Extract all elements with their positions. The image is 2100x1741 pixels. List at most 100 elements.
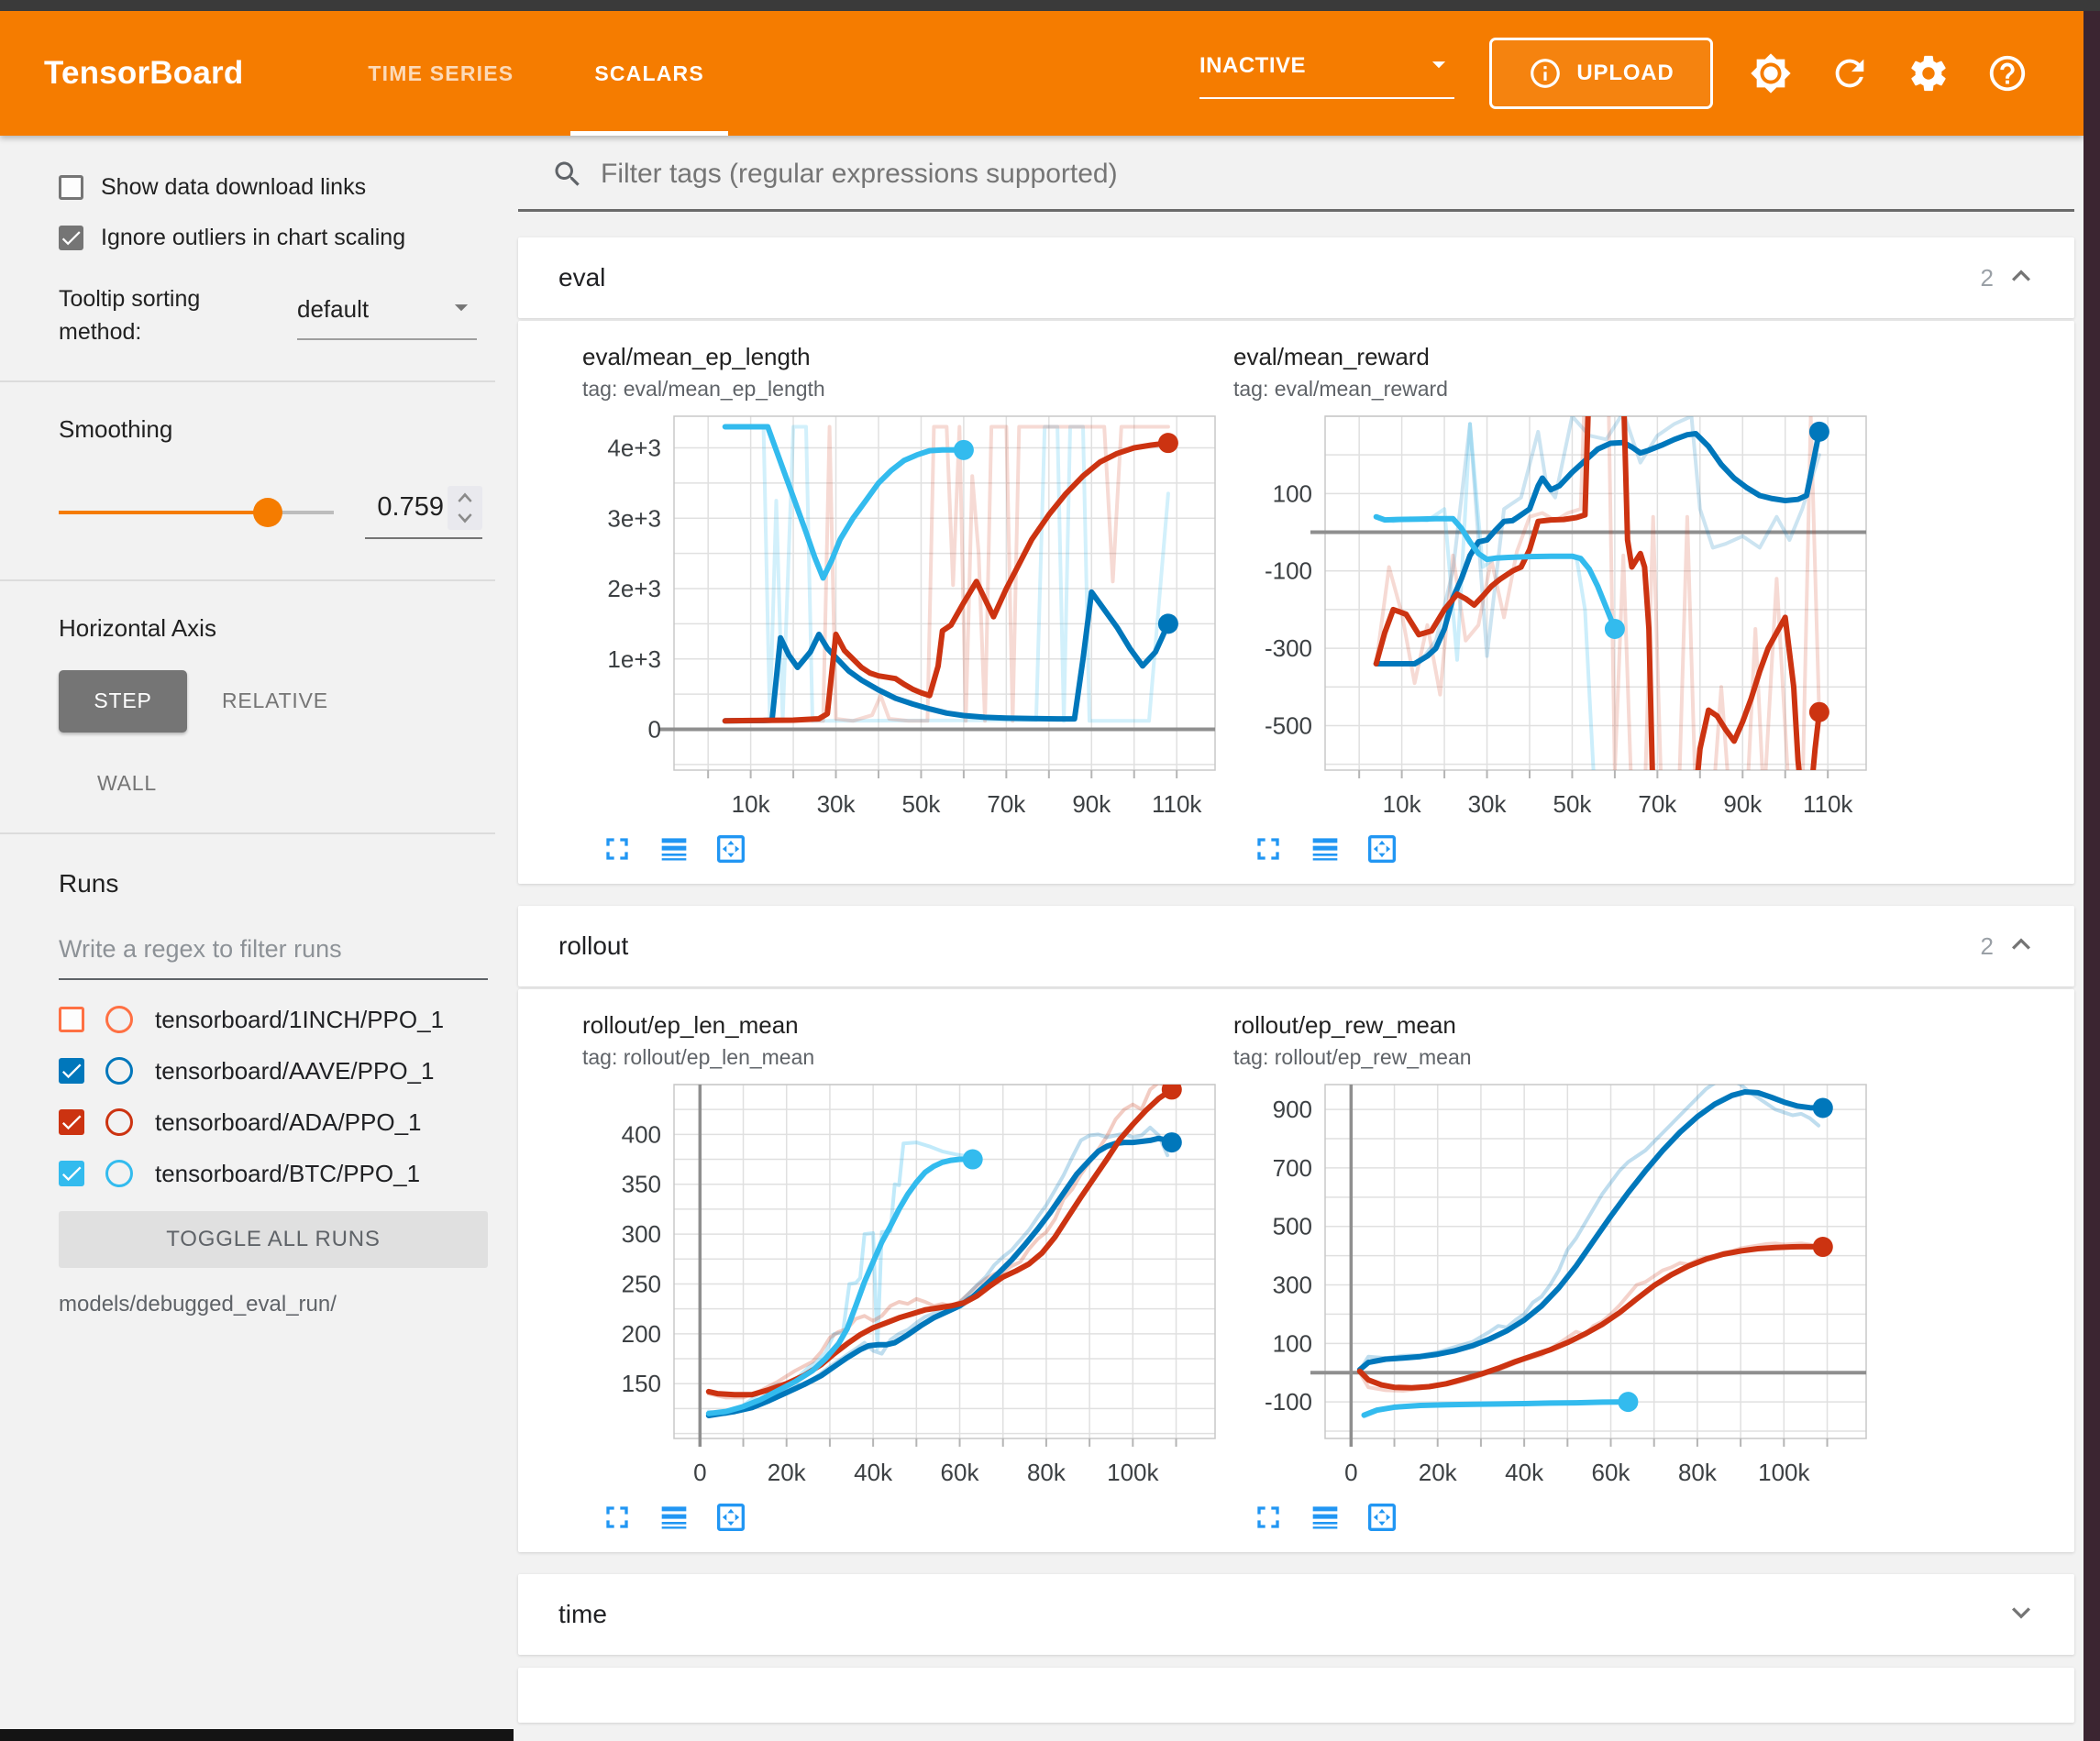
ignore-outliers-label: Ignore outliers in chart scaling (101, 225, 405, 251)
series-end-dot[interactable] (1162, 1079, 1182, 1099)
axis-wall-button[interactable]: WALL (97, 771, 171, 796)
series-end-dot[interactable] (1158, 433, 1178, 453)
runs-list: tensorboard/1INCH/PPO_1 tensorboard/AAVE/… (59, 1006, 482, 1188)
section-header-rollout[interactable]: rollout 2 (518, 906, 2074, 986)
help-icon[interactable] (1986, 52, 2028, 94)
run-color-radio[interactable] (105, 1057, 133, 1085)
y-tick-label: 350 (622, 1171, 661, 1198)
smoothing-slider-thumb[interactable] (253, 498, 282, 527)
pan-expand-icon[interactable] (713, 831, 749, 867)
tab-time-series[interactable]: TIME SERIES (327, 11, 554, 136)
run-row[interactable]: tensorboard/AAVE/PPO_1 (59, 1057, 482, 1085)
section-body-rollout: rollout/ep_len_meantag: rollout/ep_len_m… (518, 989, 2074, 1552)
settings-icon[interactable] (1907, 52, 1950, 94)
series-end-dot[interactable] (1158, 613, 1178, 634)
chart-title: eval/mean_reward (1233, 343, 1875, 371)
chevron-down-icon[interactable] (2003, 1594, 2039, 1636)
smoothing-stepper[interactable] (448, 486, 482, 530)
filter-tags-placeholder: Filter tags (regular expressions support… (601, 159, 1118, 190)
run-checkbox-unchecked[interactable] (59, 1007, 84, 1032)
section-name: eval (558, 263, 605, 292)
chevron-up-icon[interactable] (2003, 926, 2039, 967)
run-checkbox-checked[interactable] (59, 1109, 84, 1135)
run-row[interactable]: tensorboard/1INCH/PPO_1 (59, 1006, 482, 1034)
chevron-up-icon[interactable] (2003, 258, 2039, 299)
run-row[interactable]: tensorboard/BTC/PPO_1 (59, 1160, 482, 1188)
checkbox-unchecked[interactable] (59, 175, 83, 200)
status-value: INACTIVE (1199, 53, 1306, 79)
fullscreen-icon[interactable] (1250, 831, 1287, 867)
x-tick-label: 60k (1592, 1459, 1631, 1486)
refresh-icon[interactable] (1829, 52, 1871, 94)
chart-plot-area[interactable]: 100-100-300-50010k30k50k70k90k110k (1233, 405, 1875, 825)
run-row[interactable]: tensorboard/ADA/PPO_1 (59, 1108, 482, 1137)
runs-filter-input[interactable]: Write a regex to filter runs (59, 935, 488, 980)
data-table-icon[interactable] (1307, 1499, 1343, 1536)
chart-toolbar (599, 831, 1224, 867)
run-color-radio[interactable] (105, 1108, 133, 1136)
tab-scalars[interactable]: SCALARS (554, 11, 745, 136)
run-color-radio[interactable] (105, 1160, 133, 1187)
y-tick-label: 4e+3 (607, 435, 661, 462)
smoothing-value: 0.759 (365, 492, 448, 523)
series-end-dot[interactable] (1813, 1098, 1833, 1118)
show-download-links-checkbox-row[interactable]: Show data download links (59, 174, 482, 201)
chart-toolbar (599, 1499, 1224, 1536)
ignore-outliers-checkbox-row[interactable]: Ignore outliers in chart scaling (59, 225, 482, 251)
brightness-icon[interactable] (1750, 52, 1792, 94)
status-dropdown[interactable]: INACTIVE (1199, 49, 1454, 99)
chart-title: rollout/ep_rew_mean (1233, 1011, 1875, 1040)
x-tick-label: 110k (1803, 790, 1853, 818)
pan-expand-icon[interactable] (1364, 831, 1400, 867)
tooltip-sorting-label: Tooltip sorting method: (59, 282, 270, 349)
pan-expand-icon[interactable] (713, 1499, 749, 1536)
chart-plot-area[interactable]: -100100300500700900020k40k60k80k100k (1233, 1074, 1875, 1493)
chart-title: rollout/ep_len_mean (582, 1011, 1224, 1040)
smoothing-value-field[interactable]: 0.759 (365, 486, 482, 539)
data-table-icon[interactable] (656, 1499, 692, 1536)
series-end-dot[interactable] (963, 1150, 983, 1170)
data-table-icon[interactable] (1307, 831, 1343, 867)
fullscreen-icon[interactable] (599, 831, 636, 867)
axis-step-button[interactable]: STEP (59, 670, 187, 733)
chart-plot-area[interactable]: 150200250300350400020k40k60k80k100k (582, 1074, 1224, 1493)
run-checkbox-checked[interactable] (59, 1058, 84, 1084)
series-end-dot[interactable] (954, 440, 974, 460)
axis-relative-button[interactable]: RELATIVE (222, 689, 328, 713)
series-end-dot[interactable] (1618, 1392, 1638, 1412)
series-end-dot[interactable] (1162, 1132, 1182, 1152)
smoothing-slider[interactable] (59, 511, 334, 514)
x-tick-label: 60k (941, 1459, 980, 1486)
series-AAVE (709, 1139, 1172, 1416)
header-controls: INACTIVE UPLOAD (1199, 38, 2028, 109)
page-scrollbar[interactable] (2083, 11, 2100, 1741)
fullscreen-icon[interactable] (1250, 1499, 1287, 1536)
y-tick-label: -100 (1265, 557, 1312, 585)
x-tick-label: 50k (1553, 790, 1592, 818)
run-label: tensorboard/ADA/PPO_1 (155, 1108, 422, 1137)
upload-button[interactable]: UPLOAD (1489, 38, 1713, 109)
fullscreen-icon[interactable] (599, 1499, 636, 1536)
series-end-dot[interactable] (1813, 1237, 1833, 1257)
x-tick-label: 0 (693, 1459, 706, 1486)
pan-expand-icon[interactable] (1364, 1499, 1400, 1536)
x-tick-label: 100k (1107, 1459, 1159, 1486)
x-tick-label: 40k (854, 1459, 893, 1486)
run-checkbox-checked[interactable] (59, 1161, 84, 1186)
filter-tags-input[interactable]: Filter tags (regular expressions support… (518, 158, 2074, 191)
checkbox-checked[interactable] (59, 226, 83, 250)
x-tick-label: 20k (1419, 1459, 1458, 1486)
data-table-icon[interactable] (656, 831, 692, 867)
x-tick-label: 70k (987, 790, 1026, 818)
series-end-dot[interactable] (1809, 422, 1829, 442)
section-header-time[interactable]: time (518, 1574, 2074, 1655)
section-name: rollout (558, 931, 628, 961)
chart-plot-area[interactable]: 01e+32e+33e+34e+310k30k50k70k90k110k (582, 405, 1224, 825)
series-end-dot[interactable] (1809, 702, 1829, 722)
series-end-dot[interactable] (1605, 619, 1625, 639)
section-header-eval[interactable]: eval 2 (518, 237, 2074, 318)
run-color-radio[interactable] (105, 1006, 133, 1033)
y-tick-label: 2e+3 (607, 575, 661, 602)
tooltip-sorting-dropdown[interactable]: default (297, 292, 477, 349)
toggle-all-runs-button[interactable]: TOGGLE ALL RUNS (59, 1211, 488, 1268)
